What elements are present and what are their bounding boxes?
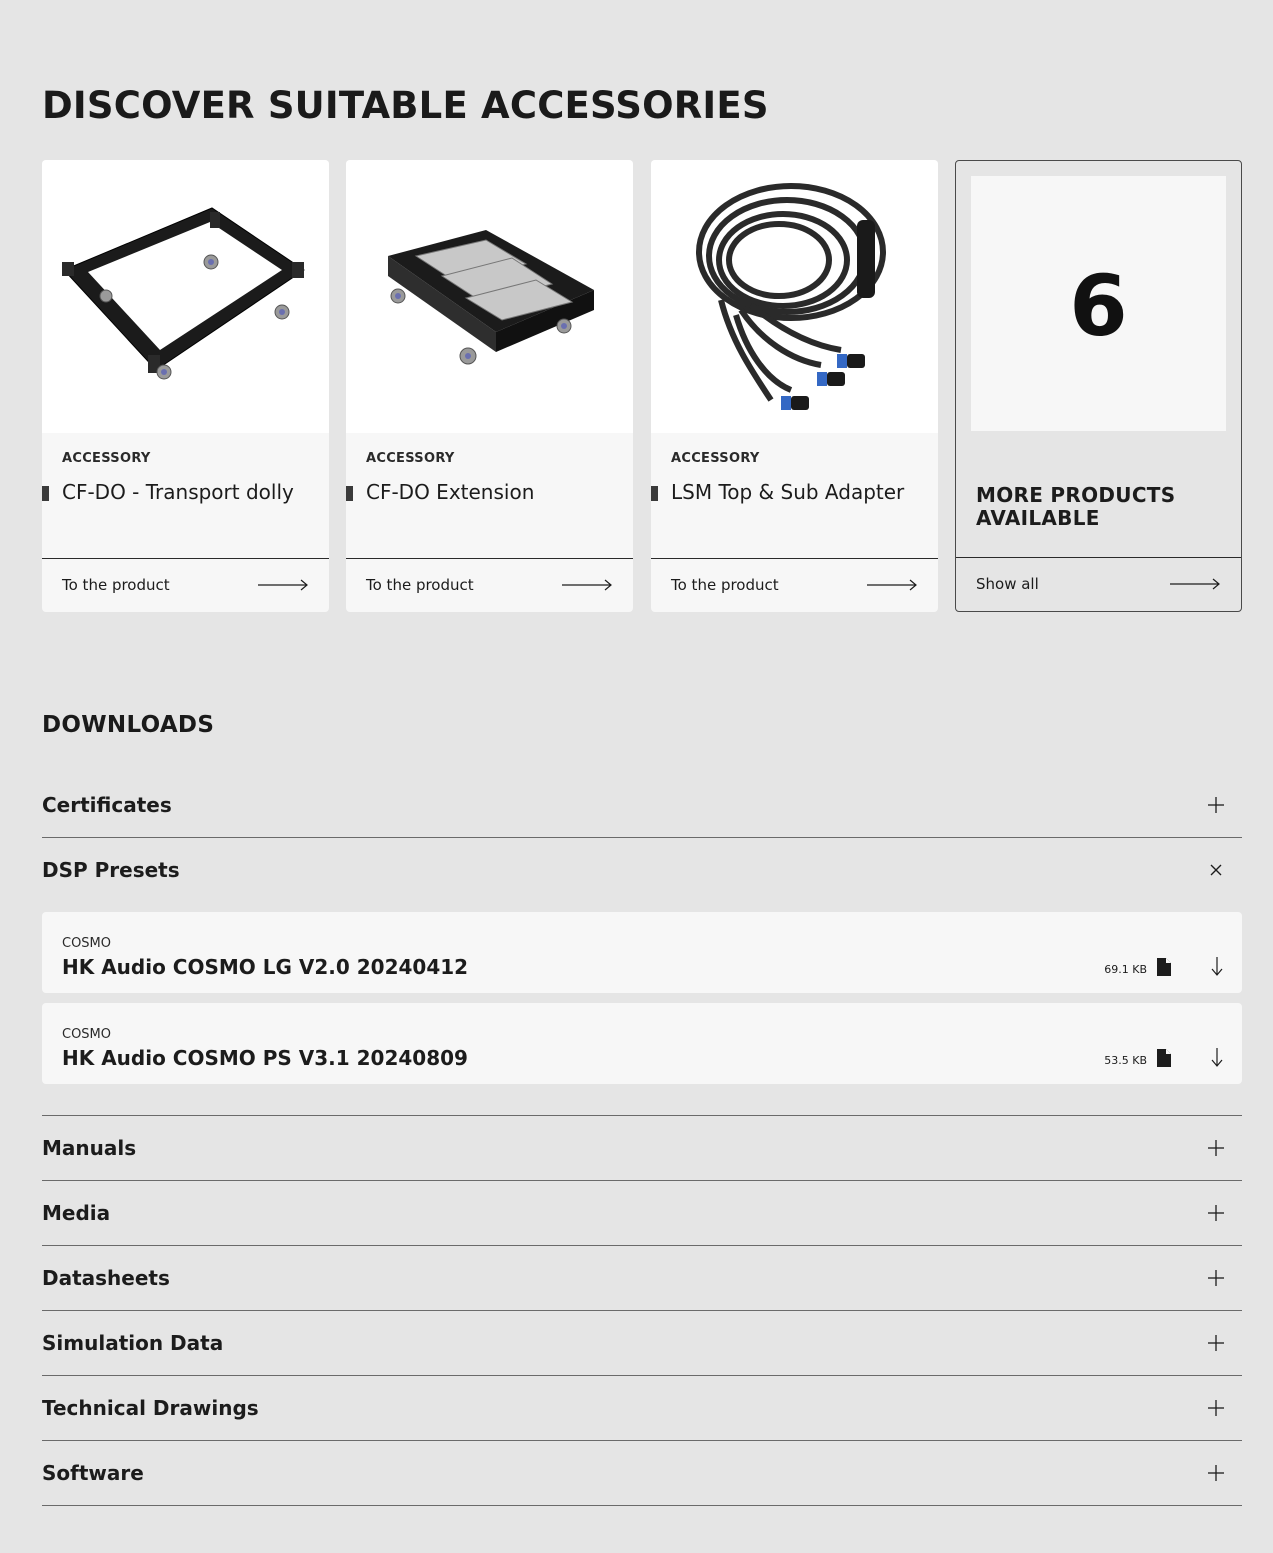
product-card-lsm-adapter[interactable]: ACCESSORY LSM Top & Sub Adapter To the p…	[651, 160, 938, 612]
plus-icon	[1208, 1140, 1224, 1156]
accordion-datasheets[interactable]: Datasheets	[42, 1246, 1242, 1311]
close-icon	[1210, 864, 1222, 876]
product-name: CF-DO - Transport dolly	[62, 480, 294, 504]
accordion-label: Datasheets	[42, 1266, 170, 1290]
plus-icon	[1208, 1465, 1224, 1481]
more-products-card[interactable]: 6 MORE PRODUCTS AVAILABLE Show all	[955, 160, 1242, 612]
download-name: HK Audio COSMO PS V3.1 20240809	[62, 1046, 468, 1070]
plus-icon	[1208, 1270, 1224, 1286]
more-products-text: MORE PRODUCTS AVAILABLE	[976, 483, 1176, 530]
accordion-dsp-presets[interactable]: DSP Presets	[42, 838, 1242, 903]
product-image-extension	[346, 160, 633, 433]
more-products-count: 6	[1069, 257, 1128, 355]
cta-label: To the product	[671, 576, 779, 594]
to-product-link[interactable]: To the product	[42, 558, 329, 612]
show-all-link[interactable]: Show all	[956, 557, 1241, 611]
accordion-label: Software	[42, 1461, 144, 1485]
product-card-extension[interactable]: ACCESSORY CF-DO Extension To the product	[346, 160, 633, 612]
product-image-lsm-adapter	[651, 160, 938, 433]
download-name: HK Audio COSMO LG V2.0 20240412	[62, 955, 469, 979]
title-marker	[42, 486, 49, 501]
accordion-software[interactable]: Software	[42, 1441, 1242, 1506]
title-marker	[651, 486, 658, 501]
downloads-title: DOWNLOADS	[42, 712, 215, 738]
arrow-right-icon	[562, 579, 612, 591]
accordion-media[interactable]: Media	[42, 1181, 1242, 1246]
accordion-label: Certificates	[42, 793, 172, 817]
accordion-manuals[interactable]: Manuals	[42, 1116, 1242, 1181]
download-category: COSMO	[62, 1027, 112, 1042]
product-card-transport-dolly[interactable]: ACCESSORY CF-DO - Transport dolly To the…	[42, 160, 329, 612]
title-marker	[346, 486, 353, 501]
file-size: 53.5 KB	[1104, 1054, 1147, 1067]
plus-icon	[1208, 1205, 1224, 1221]
download-category: COSMO	[62, 936, 112, 951]
download-item[interactable]: COSMO HK Audio COSMO PS V3.1 20240809 53…	[42, 1003, 1242, 1084]
file-icon	[1157, 958, 1171, 976]
plus-icon	[1208, 797, 1224, 813]
arrow-right-icon	[867, 579, 917, 591]
download-arrow-icon[interactable]	[1211, 957, 1223, 977]
to-product-link[interactable]: To the product	[346, 558, 633, 612]
cta-label: Show all	[976, 575, 1039, 593]
accordion-label: Media	[42, 1201, 111, 1225]
arrow-right-icon	[1170, 578, 1220, 590]
cta-label: To the product	[62, 576, 170, 594]
accessories-carousel: ACCESSORY CF-DO - Transport dolly To the…	[42, 160, 1242, 612]
product-name: LSM Top & Sub Adapter	[671, 480, 905, 504]
accordion-label: DSP Presets	[42, 858, 180, 882]
plus-icon	[1208, 1400, 1224, 1416]
download-arrow-icon[interactable]	[1211, 1048, 1223, 1068]
product-name: CF-DO Extension	[366, 480, 535, 504]
accordion-technical-drawings[interactable]: Technical Drawings	[42, 1376, 1242, 1441]
accordion-label: Technical Drawings	[42, 1396, 259, 1420]
product-category: ACCESSORY	[366, 451, 455, 466]
download-item[interactable]: COSMO HK Audio COSMO LG V2.0 20240412 69…	[42, 912, 1242, 993]
arrow-right-icon	[258, 579, 308, 591]
cta-label: To the product	[366, 576, 474, 594]
product-category: ACCESSORY	[62, 451, 151, 466]
accordion-simulation-data[interactable]: Simulation Data	[42, 1311, 1242, 1376]
accordion-label: Manuals	[42, 1136, 137, 1160]
plus-icon	[1208, 1335, 1224, 1351]
accordion-certificates[interactable]: Certificates	[42, 773, 1242, 838]
more-products-count-box: 6	[971, 176, 1226, 431]
product-image-transport-dolly	[42, 160, 329, 433]
file-size: 69.1 KB	[1104, 963, 1147, 976]
file-icon	[1157, 1049, 1171, 1067]
accessories-title: DISCOVER SUITABLE ACCESSORIES	[42, 84, 769, 127]
product-category: ACCESSORY	[671, 451, 760, 466]
to-product-link[interactable]: To the product	[651, 558, 938, 612]
accordion-label: Simulation Data	[42, 1331, 224, 1355]
